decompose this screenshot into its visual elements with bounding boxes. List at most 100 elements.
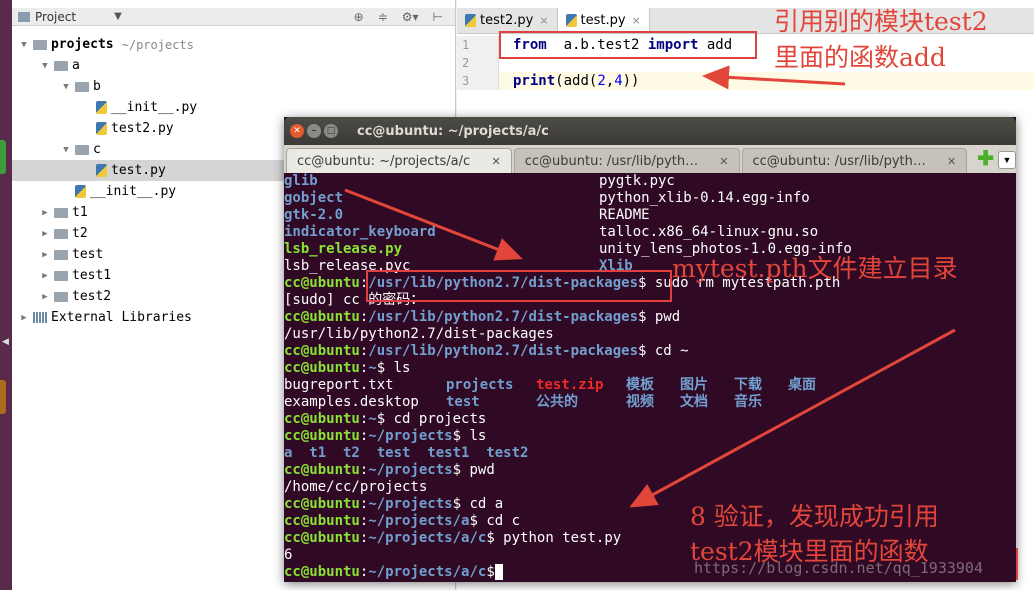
command-text: cd c xyxy=(477,513,521,529)
prompt-path: ~/projects xyxy=(368,462,453,478)
ls-entry: README xyxy=(599,207,650,223)
ls-entry: indicator_keyboard xyxy=(284,224,436,240)
ls-entry: a t1 t2 test test1 test2 xyxy=(284,445,529,461)
maximize-icon[interactable]: □ xyxy=(324,124,338,138)
code-token: 4 xyxy=(614,73,623,89)
output-text: /usr/lib/python2.7/dist-packages xyxy=(284,326,554,342)
ls-entry: 下载 xyxy=(734,377,762,393)
code-token: print xyxy=(513,73,556,89)
terminal-tab[interactable]: cc@ubuntu: /usr/lib/pyth… ✕ xyxy=(741,148,968,173)
ls-entry: projects xyxy=(446,377,514,393)
launcher-item-indicator[interactable] xyxy=(0,140,6,174)
editor-tab[interactable]: test2.py × xyxy=(457,8,558,33)
expanded-arrow-icon[interactable]: ▼ xyxy=(39,61,51,71)
terminal-tab-bar: cc@ubuntu: ~/projects/a/c ✕ cc@ubuntu: /us… xyxy=(284,145,1016,173)
project-panel-title[interactable]: Project xyxy=(35,10,76,24)
expanded-arrow-icon[interactable]: ▼ xyxy=(18,40,30,50)
folder-icon xyxy=(33,39,47,50)
prompt-user: cc@ubuntu xyxy=(284,428,360,444)
terminal-line: cc@ubuntu:~$ ls xyxy=(284,360,1016,377)
tree-item-label: test2 xyxy=(72,289,112,304)
highlight-box-path xyxy=(366,270,672,302)
library-icon xyxy=(33,312,47,323)
prompt-path: ~/projects/a xyxy=(368,513,470,529)
collapsed-arrow-icon[interactable]: ▶ xyxy=(39,229,51,239)
command-text: cd ~ xyxy=(646,343,689,359)
chevron-down-icon[interactable]: ▼ xyxy=(114,11,122,22)
ls-entry: gtk-2.0 xyxy=(284,207,344,223)
terminal-line: cc@ubuntu:~/projects$ ls xyxy=(284,428,1016,445)
cursor xyxy=(494,564,504,580)
prompt-user: cc@ubuntu xyxy=(284,275,360,291)
folder-icon xyxy=(75,144,89,155)
prompt-path: ~/projects/a/c xyxy=(368,564,487,580)
command-text: ls xyxy=(385,360,411,376)
python-file-icon xyxy=(96,101,107,114)
close-icon[interactable]: × xyxy=(539,14,548,27)
close-icon[interactable]: ✕ xyxy=(492,155,501,168)
launcher-arrow-icon: ◀ xyxy=(2,336,9,346)
python-file-icon xyxy=(75,185,86,198)
command-text: cd projects xyxy=(385,411,487,427)
code-token: (add( xyxy=(555,73,598,89)
expanded-arrow-icon[interactable]: ▼ xyxy=(60,145,72,155)
close-icon[interactable]: × xyxy=(632,14,641,27)
tree-item[interactable]: __init__.py xyxy=(12,97,455,118)
collapse-icon[interactable]: ≑ xyxy=(378,10,388,24)
command-text: pwd xyxy=(461,462,495,478)
collapsed-arrow-icon[interactable]: ▶ xyxy=(39,271,51,281)
ls-entry: glib xyxy=(284,173,318,189)
annotation-top-line1: 引用别的模块test2 xyxy=(774,7,988,36)
terminal-tab[interactable]: cc@ubuntu: ~/projects/a/c ✕ xyxy=(286,148,512,173)
tree-item-label: External Libraries xyxy=(51,310,192,325)
terminal-line: /home/cc/projects xyxy=(284,479,1016,496)
tree-item[interactable]: ▼ projects ~/projects xyxy=(12,34,455,55)
prompt-dollar: $ xyxy=(469,513,478,529)
project-panel-header: Project ▼ ⊕ ≑ ⚙▾ ⊢ xyxy=(12,8,455,26)
collapsed-arrow-icon[interactable]: ▶ xyxy=(39,292,51,302)
folder-icon xyxy=(54,207,68,218)
tabs-menu-icon[interactable]: ▼ xyxy=(998,151,1016,169)
expanded-arrow-icon[interactable]: ▼ xyxy=(60,82,72,92)
tree-item[interactable]: ▼ a xyxy=(12,55,455,76)
ls-entry: lsb_release.py xyxy=(284,241,403,257)
ls-entry: 图片 xyxy=(680,377,708,393)
tree-item-label: b xyxy=(93,79,101,94)
terminal-tab[interactable]: cc@ubuntu: /usr/lib/pyth… ✕ xyxy=(513,148,740,173)
collapsed-arrow-icon[interactable]: ▶ xyxy=(39,250,51,260)
add-tab-icon[interactable]: ✚ xyxy=(977,146,994,171)
ls-entry: talloc.x86_64-linux-gnu.so xyxy=(599,224,819,240)
ls-entry: pygtk.pyc xyxy=(599,173,675,189)
hide-icon[interactable]: ⊢ xyxy=(433,10,443,24)
output-text: 6 xyxy=(284,547,293,563)
command-text: pwd xyxy=(646,309,681,325)
crosshair-icon[interactable]: ⊕ xyxy=(354,10,364,24)
code-text: print(add(2,4)) xyxy=(499,73,639,89)
code-line: 3 print(add(2,4)) xyxy=(457,72,1034,90)
ls-entry: 文档 xyxy=(680,394,708,410)
terminal-line: gobject python_xlib-0.14.egg-info xyxy=(284,190,1016,207)
tree-item[interactable]: ▼ b xyxy=(12,76,455,97)
prompt-user: cc@ubuntu xyxy=(284,411,360,427)
python-file-icon xyxy=(96,122,107,135)
python-file-icon xyxy=(465,14,476,27)
close-icon[interactable]: ✕ xyxy=(947,155,956,168)
edge-marker xyxy=(1016,548,1018,580)
code-token: )) xyxy=(622,73,640,89)
gear-icon[interactable]: ⚙▾ xyxy=(402,10,419,24)
launcher-item-indicator[interactable] xyxy=(0,380,6,414)
collapsed-arrow-icon[interactable]: ▶ xyxy=(18,313,30,323)
line-number: 1 xyxy=(457,36,499,54)
minimize-icon[interactable]: – xyxy=(307,124,321,138)
close-icon[interactable]: ✕ xyxy=(719,155,728,168)
editor-tab[interactable]: test.py × xyxy=(557,8,650,33)
code-token: , xyxy=(605,73,615,89)
ls-entry: test.zip xyxy=(536,377,604,393)
close-icon[interactable]: ✕ xyxy=(290,124,304,138)
folder-icon xyxy=(54,60,68,71)
collapsed-arrow-icon[interactable]: ▶ xyxy=(39,208,51,218)
prompt-dollar: $ xyxy=(486,564,495,580)
tree-item-label: __init__.py xyxy=(111,100,198,115)
prompt-dollar: $ xyxy=(486,530,495,546)
terminal-tab-label: cc@ubuntu: ~/projects/a/c xyxy=(297,153,471,169)
